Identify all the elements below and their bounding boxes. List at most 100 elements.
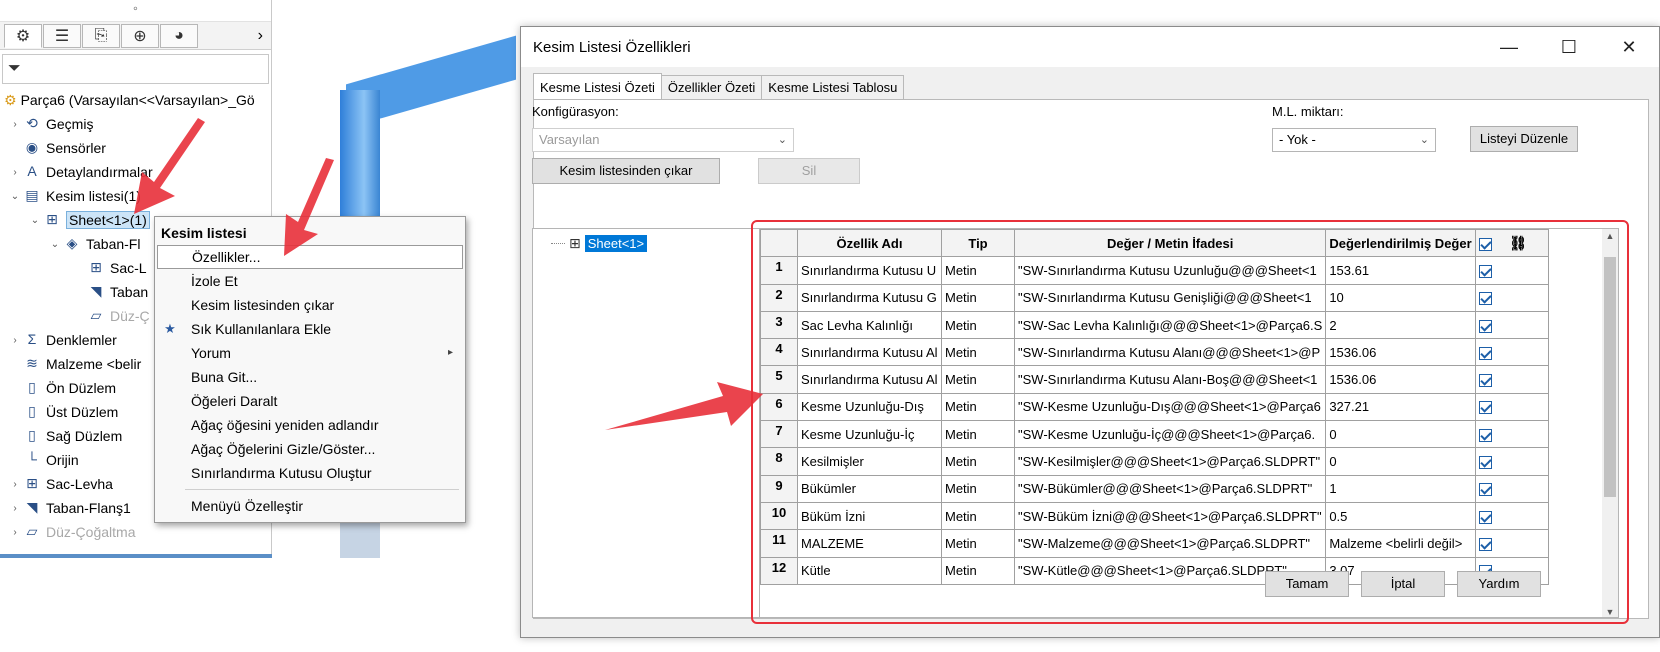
evaluated-value-cell[interactable]: 2 [1325,310,1476,340]
dimxpert-tab-icon[interactable]: ⊕ [121,23,159,48]
expand-toggle-icon[interactable]: › [8,527,22,538]
evaluated-value-cell[interactable]: 10 [1325,283,1476,312]
remove-from-cut-list-button[interactable]: Kesim listesinden çıkar [532,158,720,184]
expand-toggle-icon[interactable]: › [8,503,22,514]
evaluated-value-cell[interactable]: Malzeme <belirli değil> [1325,529,1476,558]
property-name-cell[interactable]: Kesme Uzunluğu-İç [797,420,942,449]
menu-item[interactable]: Yorum ▸ [155,341,465,365]
tree-item[interactable]: › ⟲ Geçmiş [0,112,271,136]
expand-toggle-icon[interactable]: › [8,167,22,178]
include-checkbox[interactable] [1478,319,1492,333]
table-row[interactable]: 11 MALZEME Metin "SW-Malzeme@@@Sheet<1>@Par… [760,529,1549,558]
tree-item[interactable]: › ▱ Düz-Çoğaltma [0,520,271,544]
include-checkbox[interactable] [1478,483,1492,497]
type-cell[interactable]: Metin [941,556,1015,585]
value-expression-cell[interactable]: "SW-Bükümler@@@Sheet<1>@Parça6.SLDPRT" [1013,474,1327,503]
type-cell[interactable]: Metin [941,256,1015,285]
property-name-cell[interactable]: Sınırlandırma Kutusu Al [797,338,942,367]
evaluated-value-cell[interactable]: 1536.06 [1325,338,1476,367]
feature-tree-tab-icon[interactable]: ⚙ [4,23,42,48]
property-name-cell[interactable]: Kütle [797,556,942,585]
column-header-type[interactable]: Tip [941,229,1015,258]
expand-toggle-icon[interactable]: ⌄ [28,215,42,226]
table-row[interactable]: 7 Kesme Uzunluğu-İç Metin "SW-Kesme Uzunluğ… [760,420,1549,449]
evaluated-value-cell[interactable]: 1 [1325,474,1476,503]
expand-toggle-icon[interactable]: › [8,119,22,130]
ok-button[interactable]: Tamam [1265,571,1349,597]
type-cell[interactable]: Metin [941,392,1015,422]
link-icon[interactable]: ⛓ [1509,235,1527,251]
expand-toggle-icon[interactable]: ⌄ [8,191,22,202]
edit-list-button[interactable]: Listeyi Düzenle [1470,126,1578,152]
menu-item[interactable]: Buna Git... [155,365,465,389]
include-checkbox[interactable] [1478,537,1492,551]
type-cell[interactable]: Metin [941,529,1015,558]
tree-item[interactable]: ◉ Sensörler [0,136,271,160]
menu-item[interactable]: Ağaç Öğelerini Gizle/Göster... [155,437,465,461]
tree-item[interactable]: › A Detaylandırmalar [0,160,271,184]
property-name-cell[interactable]: Sınırlandırma Kutusu U [797,256,942,285]
expand-toggle-icon[interactable]: ⌄ [48,239,62,250]
display-manager-tab-icon[interactable]: ◕ [160,23,198,48]
value-expression-cell[interactable]: "SW-Sac Levha Kalınlığı@@@Sheet<1>@Parça… [1013,310,1327,340]
ml-quantity-select[interactable]: - Yok - ⌄ [1272,128,1436,152]
include-checkbox[interactable] [1478,428,1492,442]
tree-root-part[interactable]: ⚙ Parça6 (Varsayılan<<Varsayılan>_Gö [0,88,271,112]
vertical-scrollbar[interactable]: ▲ ▼ [1602,229,1618,617]
type-cell[interactable]: Metin [941,310,1015,340]
menu-item[interactable]: ★ Sık Kullanılanlara Ekle [155,317,465,341]
configuration-manager-tab-icon[interactable]: ⎘ [82,23,120,48]
column-header-property-name[interactable]: Özellik Adı [797,229,942,258]
table-row[interactable]: 4 Sınırlandırma Kutusu Al Metin "SW-Sınırla… [760,338,1549,367]
property-manager-tab-icon[interactable]: ☰ [43,23,81,48]
type-cell[interactable]: Metin [941,501,1015,531]
table-row[interactable]: 3 Sac Levha Kalınlığı Metin "SW-Sac Levha K… [760,310,1549,340]
evaluated-value-cell[interactable]: 1536.06 [1325,365,1476,394]
menu-item[interactable]: İzole Et [155,269,465,293]
table-row[interactable]: 5 Sınırlandırma Kutusu Al Metin "SW-Sınırla… [760,365,1549,394]
property-name-cell[interactable]: Büküm İzni [797,501,942,531]
scroll-down-icon[interactable]: ▼ [1602,607,1618,617]
chevron-right-icon[interactable]: › [258,27,263,45]
include-checkbox[interactable] [1478,510,1492,524]
value-expression-cell[interactable]: "SW-Sınırlandırma Kutusu Genişliği@@@She… [1013,283,1327,312]
include-checkbox[interactable] [1478,264,1492,278]
property-name-cell[interactable]: Sınırlandırma Kutusu G [797,283,942,312]
tab-cut-list-summary[interactable]: Kesme Listesi Özeti [533,73,662,99]
scroll-up-icon[interactable]: ▲ [1602,231,1618,241]
include-checkbox[interactable] [1478,346,1492,360]
table-row[interactable]: 6 Kesme Uzunluğu-Dış Metin "SW-Kesme Uzunlu… [760,392,1549,422]
menu-item[interactable]: Menüyü Özelleştir [155,494,465,518]
table-row[interactable]: 2 Sınırlandırma Kutusu G Metin "SW-Sınırlan… [760,283,1549,312]
help-button[interactable]: Yardım [1457,571,1541,597]
value-expression-cell[interactable]: "SW-Sınırlandırma Kutusu Uzunluğu@@@Shee… [1013,256,1327,285]
table-row[interactable]: 10 Büküm İzni Metin "SW-Büküm İzni@@@Sheet<… [760,501,1549,531]
type-cell[interactable]: Metin [941,474,1015,503]
value-expression-cell[interactable]: "SW-Büküm İzni@@@Sheet<1>@Parça6.SLDPRT" [1013,501,1327,531]
table-row[interactable]: 1 Sınırlandırma Kutusu U Metin "SW-Sınırlan… [760,256,1549,285]
include-checkbox[interactable] [1478,292,1492,306]
maximize-icon[interactable]: ☐ [1539,27,1599,67]
menu-item[interactable]: Sınırlandırma Kutusu Oluştur [155,461,465,485]
property-name-cell[interactable]: Sınırlandırma Kutusu Al [797,365,942,394]
evaluated-value-cell[interactable]: 327.21 [1325,392,1476,422]
property-name-cell[interactable]: Kesme Uzunluğu-Dış [797,392,942,422]
expand-toggle-icon[interactable]: › [8,335,22,346]
property-name-cell[interactable]: Kesilmişler [797,447,942,476]
cancel-button[interactable]: İptal [1361,571,1445,597]
table-row[interactable]: 9 Bükümler Metin "SW-Bükümler@@@Sheet<1>@Pa… [760,474,1549,503]
evaluated-value-cell[interactable]: 0 [1325,420,1476,449]
value-expression-cell[interactable]: "SW-Kesilmişler@@@Sheet<1>@Parça6.SLDPRT… [1013,447,1327,476]
tab-cut-list-table[interactable]: Kesme Listesi Tablosu [761,75,905,99]
value-expression-cell[interactable]: "SW-Kesme Uzunluğu-Dış@@@Sheet<1>@Parça6 [1013,392,1327,422]
close-icon[interactable]: ✕ [1599,27,1659,67]
menu-item[interactable]: Özellikler... [157,245,463,269]
type-cell[interactable]: Metin [941,338,1015,367]
include-checkbox[interactable] [1478,374,1492,388]
menu-item[interactable]: Öğeleri Daralt [155,389,465,413]
minimize-icon[interactable]: — [1479,27,1539,67]
value-expression-cell[interactable]: "SW-Malzeme@@@Sheet<1>@Parça6.SLDPRT" [1013,529,1327,558]
property-name-cell[interactable]: Sac Levha Kalınlığı [797,310,942,340]
table-row[interactable]: 8 Kesilmişler Metin "SW-Kesilmişler@@@Sheet… [760,447,1549,476]
property-name-cell[interactable]: Bükümler [797,474,942,503]
